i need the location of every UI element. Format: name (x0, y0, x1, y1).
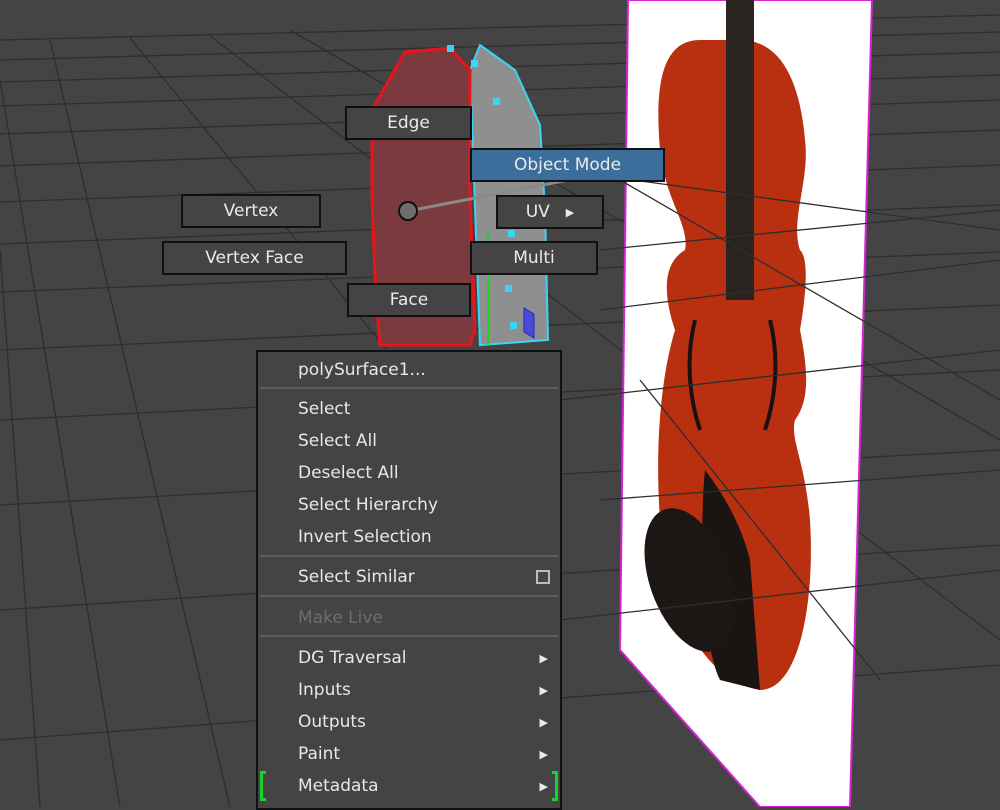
menu-item-label: Make Live (298, 608, 383, 628)
marking-menu-vertex-face[interactable]: Vertex Face (162, 241, 347, 275)
menu-item-label: Invert Selection (298, 527, 432, 547)
option-box-icon[interactable] (536, 570, 550, 584)
menu-item-select-hierarchy[interactable]: Select Hierarchy (298, 490, 560, 520)
marking-menu-center (398, 201, 418, 221)
menu-item-label: Select All (298, 431, 377, 451)
menu-title-label: polySurface1... (298, 360, 426, 380)
highlight-bracket-left (260, 771, 266, 801)
submenu-arrow-icon: ▶ (539, 779, 548, 793)
vertex-face-label: Vertex Face (205, 248, 304, 268)
menu-item-label: Paint (298, 744, 341, 764)
submenu-arrow-icon: ▶ (565, 205, 575, 219)
menu-item-inputs[interactable]: Inputs ▶ (298, 675, 560, 705)
submenu-arrow-icon: ▶ (539, 683, 548, 697)
menu-item-select-all[interactable]: Select All (298, 426, 560, 456)
uv-label: UV (525, 202, 550, 222)
menu-item-select[interactable]: Select (298, 394, 560, 424)
menu-item-dg-traversal[interactable]: DG Traversal ▶ (298, 643, 560, 673)
marking-menu-edge[interactable]: Edge (345, 106, 472, 140)
menu-item-label: Outputs (298, 712, 366, 732)
vertex-label: Vertex (223, 201, 279, 221)
submenu-arrow-icon: ▶ (539, 715, 548, 729)
face-label: Face (389, 290, 429, 310)
menu-separator (260, 595, 558, 597)
menu-separator (260, 635, 558, 637)
menu-item-label: Inputs (298, 680, 351, 700)
marking-menu-vertex[interactable]: Vertex (181, 194, 321, 228)
marking-menu-face[interactable]: Face (347, 283, 471, 317)
menu-item-deselect-all[interactable]: Deselect All (298, 458, 560, 488)
highlight-bracket-right (552, 771, 558, 801)
menu-item-invert-selection[interactable]: Invert Selection (298, 522, 560, 552)
context-menu: polySurface1... Select Select All Desele… (256, 350, 562, 810)
marking-menu-uv[interactable]: UV ▶ (496, 195, 604, 229)
menu-separator (260, 555, 558, 557)
submenu-arrow-icon: ▶ (539, 651, 548, 665)
menu-separator (260, 387, 558, 389)
submenu-arrow-icon: ▶ (539, 747, 548, 761)
menu-item-label: Metadata (298, 776, 379, 796)
edge-label: Edge (387, 113, 430, 133)
3d-viewport[interactable]: Edge Object Mode UV ▶ Vertex Vertex Face … (0, 0, 1000, 810)
menu-item-metadata[interactable]: Metadata ▶ (298, 771, 560, 801)
menu-item-paint[interactable]: Paint ▶ (298, 739, 560, 769)
menu-item-label: Select (298, 399, 351, 419)
marking-menu-multi[interactable]: Multi (470, 241, 598, 275)
menu-item-label: Select Similar (298, 567, 415, 587)
menu-title[interactable]: polySurface1... (298, 355, 560, 385)
object-mode-label: Object Mode (513, 155, 622, 175)
menu-item-select-similar[interactable]: Select Similar (298, 562, 560, 592)
menu-item-outputs[interactable]: Outputs ▶ (298, 707, 560, 737)
menu-item-label: Deselect All (298, 463, 399, 483)
marking-menu-object-mode[interactable]: Object Mode (470, 148, 665, 182)
menu-item-label: Select Hierarchy (298, 495, 439, 515)
multi-label: Multi (513, 248, 555, 268)
menu-item-make-live: Make Live (298, 603, 560, 633)
menu-item-label: DG Traversal (298, 648, 407, 668)
